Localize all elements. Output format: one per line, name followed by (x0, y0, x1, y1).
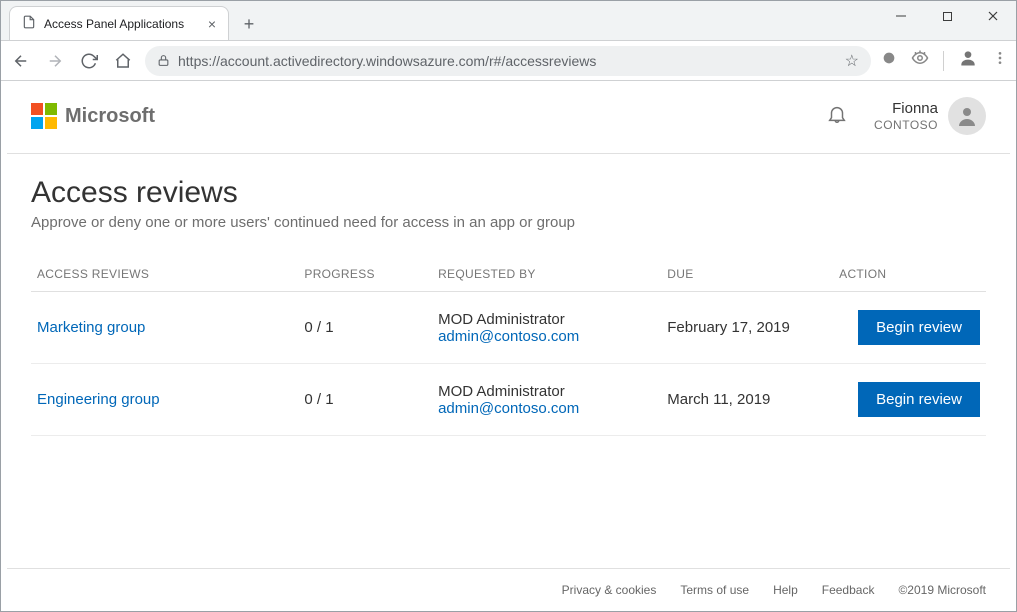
begin-review-button[interactable]: Begin review (858, 382, 980, 417)
review-name-link[interactable]: Marketing group (37, 319, 145, 336)
col-header-progress: PROGRESS (298, 259, 432, 292)
review-due-date: February 17, 2019 (661, 292, 833, 364)
browser-titlebar: Access Panel Applications × + (1, 1, 1016, 41)
review-progress: 0 / 1 (298, 364, 432, 436)
col-header-name: ACCESS REVIEWS (31, 259, 298, 292)
page-scroll-area[interactable]: Microsoft Fionna CONTOSO Access re (1, 81, 1016, 611)
tab-title: Access Panel Applications (44, 17, 184, 31)
nav-reload-button[interactable] (77, 49, 101, 73)
nav-back-button[interactable] (9, 49, 33, 73)
page-footer: Privacy & cookies Terms of use Help Feed… (7, 568, 1010, 611)
footer-privacy-link[interactable]: Privacy & cookies (562, 583, 657, 597)
window-minimize-button[interactable] (878, 1, 924, 31)
lock-icon (157, 54, 170, 67)
col-header-action: ACTION (833, 259, 986, 292)
begin-review-button[interactable]: Begin review (858, 310, 980, 345)
page-title: Access reviews (31, 176, 986, 210)
extension-icon[interactable] (881, 50, 897, 71)
footer-help-link[interactable]: Help (773, 583, 798, 597)
table-row: Marketing group 0 / 1 MOD Administrator … (31, 292, 986, 364)
requester-name: MOD Administrator (438, 383, 655, 400)
omnibox-url: https://account.activedirectory.windowsa… (178, 53, 596, 69)
avatar (948, 97, 986, 135)
review-due-date: March 11, 2019 (661, 364, 833, 436)
browser-tab-active[interactable]: Access Panel Applications × (9, 6, 229, 40)
col-header-requested-by: REQUESTED BY (432, 259, 661, 292)
user-display-name: Fionna (874, 100, 938, 118)
tab-close-icon[interactable]: × (208, 17, 216, 31)
window-close-button[interactable] (970, 1, 1016, 31)
app-header: Microsoft Fionna CONTOSO (7, 81, 1010, 154)
notifications-bell-icon[interactable] (826, 103, 848, 130)
window-controls (878, 1, 1016, 35)
footer-terms-link[interactable]: Terms of use (680, 583, 749, 597)
nav-forward-button[interactable] (43, 49, 67, 73)
requester-email-link[interactable]: admin@contoso.com (438, 400, 579, 417)
page-icon (22, 15, 36, 32)
requester-email-link[interactable]: admin@contoso.com (438, 328, 579, 345)
browser-toolbar: https://account.activedirectory.windowsa… (1, 41, 1016, 81)
microsoft-logo[interactable]: Microsoft (31, 103, 155, 129)
profile-avatar-icon[interactable] (958, 48, 978, 73)
browser-menu-icon[interactable] (992, 50, 1008, 71)
review-progress: 0 / 1 (298, 292, 432, 364)
window-maximize-button[interactable] (924, 1, 970, 31)
requester-name: MOD Administrator (438, 311, 655, 328)
page-subtitle: Approve or deny one or more users' conti… (31, 214, 986, 231)
main-content: Access reviews Approve or deny one or mo… (7, 154, 1010, 568)
col-header-due: DUE (661, 259, 833, 292)
table-row: Engineering group 0 / 1 MOD Administrato… (31, 364, 986, 436)
extension-eye-icon[interactable] (911, 49, 929, 72)
review-name-link[interactable]: Engineering group (37, 391, 160, 408)
user-org-name: CONTOSO (874, 118, 938, 132)
access-reviews-table: ACCESS REVIEWS PROGRESS REQUESTED BY DUE… (31, 259, 986, 436)
microsoft-logo-icon (31, 103, 57, 129)
microsoft-wordmark: Microsoft (65, 105, 155, 128)
footer-feedback-link[interactable]: Feedback (822, 583, 875, 597)
nav-home-button[interactable] (111, 49, 135, 73)
footer-copyright: ©2019 Microsoft (898, 583, 986, 597)
bookmark-star-icon[interactable]: ☆ (845, 51, 859, 71)
user-menu[interactable]: Fionna CONTOSO (874, 97, 986, 135)
toolbar-divider (943, 51, 944, 71)
new-tab-button[interactable]: + (235, 10, 263, 38)
toolbar-right-icons (881, 48, 1008, 73)
omnibox[interactable]: https://account.activedirectory.windowsa… (145, 46, 871, 76)
